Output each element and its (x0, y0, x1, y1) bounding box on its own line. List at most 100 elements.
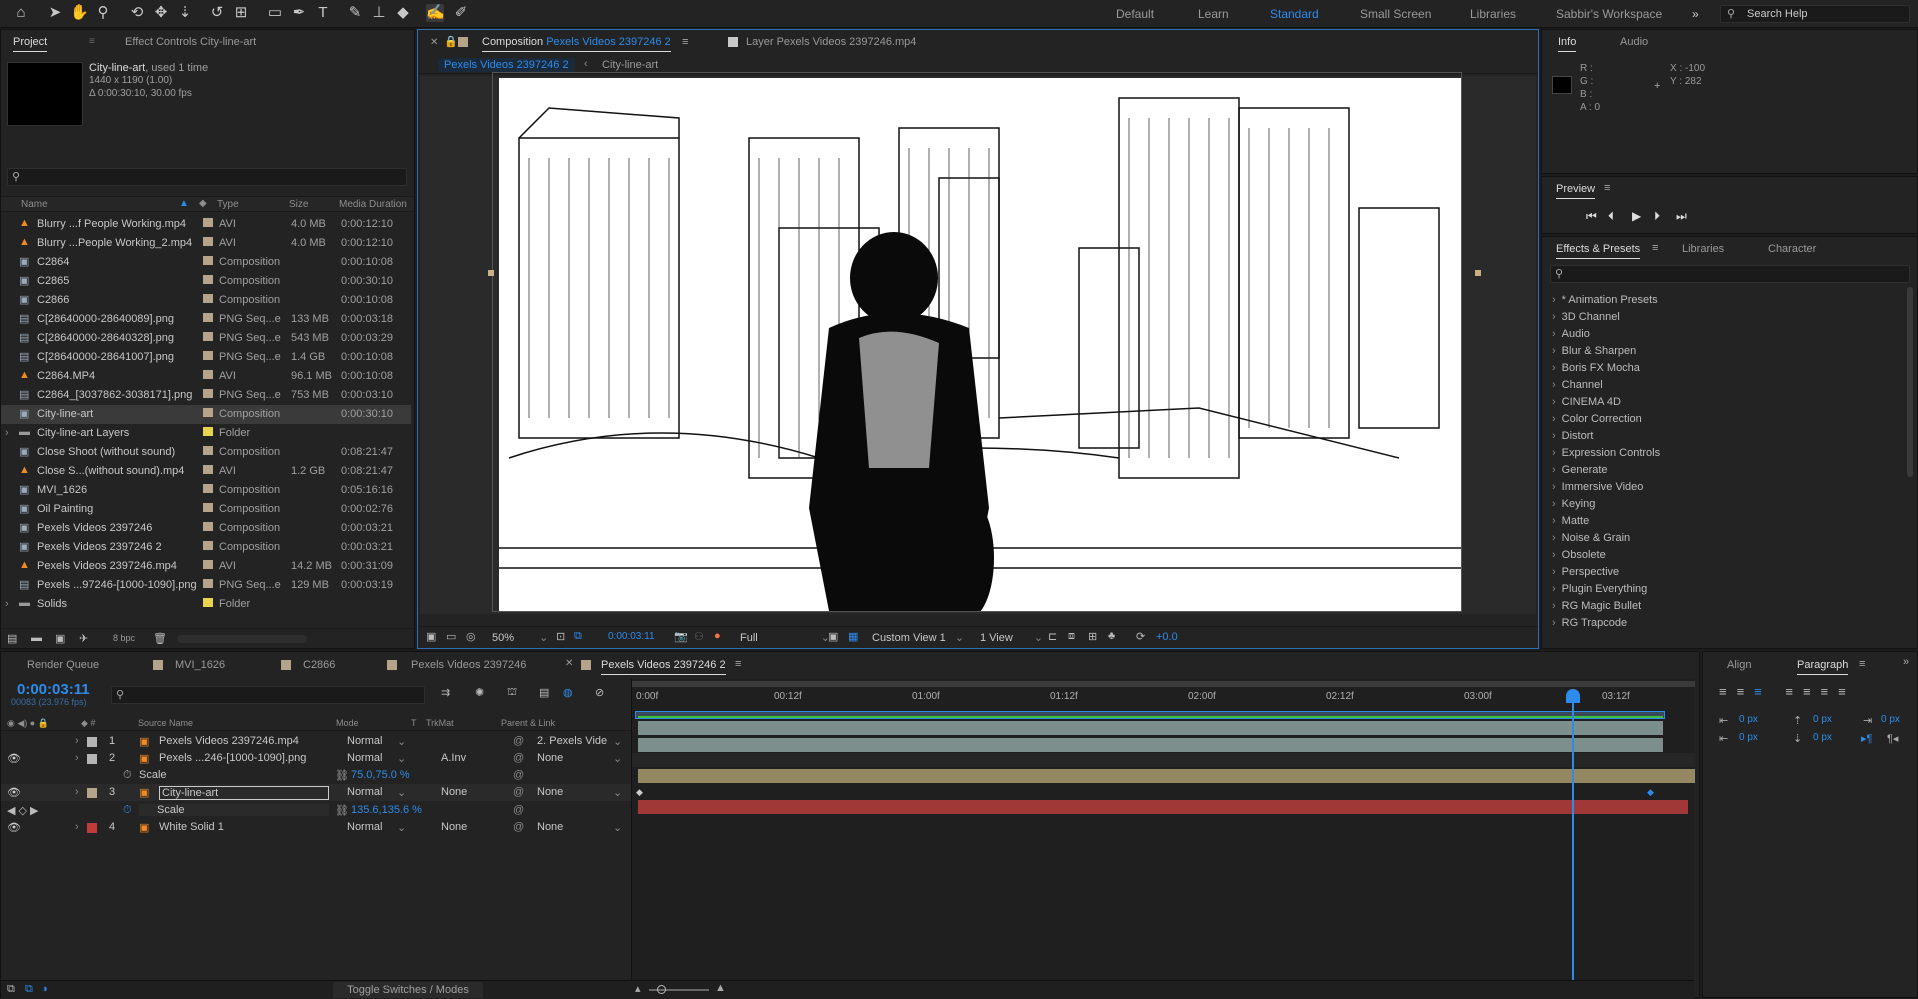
indent-left-value[interactable]: 0 px (1739, 714, 1758, 725)
project-item[interactable]: ▲ Blurry ...f People Working.mp4 AVI 4.0 MB… (1, 215, 411, 234)
layer-bar-2[interactable] (638, 738, 1663, 752)
keyframe-start-icon[interactable]: ◆ (636, 787, 643, 798)
parent-dropdown[interactable]: 2. Pexels Vide (537, 735, 607, 747)
view-dropdown[interactable]: Custom View 1 ⌄ (872, 631, 964, 644)
workspace-small-screen[interactable]: Small Screen (1360, 7, 1431, 21)
type-tool-icon[interactable]: T (314, 4, 332, 22)
timeline-tracks[interactable]: 0:00f 00:12f 01:00f 01:12f 02:00f 02:12f 03:00… (631, 679, 1695, 999)
region-icon[interactable]: ⧉ (574, 630, 582, 643)
workspace-learn[interactable]: Learn (1198, 7, 1229, 21)
effect-category[interactable]: › RG Magic Bullet (1552, 600, 1641, 612)
expand-arrow-icon[interactable]: › (75, 752, 79, 764)
next-frame-icon[interactable]: ⏵ (1654, 209, 1660, 224)
fit-icon[interactable]: ⊡ (556, 630, 565, 643)
zoom-tool-icon[interactable]: ⚲ (94, 4, 112, 22)
effects-scrollbar[interactable] (1907, 287, 1913, 477)
shy-icon[interactable]: ⛫ (507, 686, 517, 700)
expand-arrow-icon[interactable]: › (5, 427, 9, 439)
pickwhip-icon[interactable]: @ (513, 786, 524, 798)
exposure-value[interactable]: +0.0 (1156, 631, 1178, 643)
brush-tool-icon[interactable]: ✎ (346, 4, 364, 22)
label-swatch[interactable] (87, 823, 97, 833)
effect-controls-menu[interactable]: ≡ (89, 36, 95, 47)
panel-menu-icon[interactable]: ≡ (735, 658, 741, 670)
sort-arrow-icon[interactable]: ▲ (179, 198, 189, 209)
timing-icon[interactable]: ◑ (41, 983, 48, 995)
effect-category[interactable]: › Obsolete (1552, 549, 1606, 561)
layer-row[interactable]: › 1 ▣ Pexels Videos 2397246.mp4 Normal ⌄ @2. P… (1, 733, 631, 750)
color-channel-icon[interactable]: ● (714, 630, 721, 642)
first-line-indent-value[interactable]: 0 px (1739, 732, 1758, 743)
project-item[interactable]: ▤ C[28640000-28640089].png PNG Seq...e 133 … (1, 310, 411, 329)
hand-tool-icon[interactable]: ✋ (70, 4, 89, 22)
timeline-search-input[interactable]: ⚲ (111, 686, 425, 704)
toggle-pixel-icon[interactable]: ⊏ (1048, 630, 1057, 643)
project-item[interactable]: ▤ C[28640000-28641007].png PNG Seq...e 1.4 … (1, 348, 411, 367)
space-after-value[interactable]: 0 px (1813, 732, 1832, 743)
project-item[interactable]: ▣ C2865 Composition 0:00:30:10 (1, 272, 411, 291)
label-swatch[interactable] (203, 465, 213, 474)
layer-name[interactable]: Pexels ...246-[1000-1090].png (159, 752, 306, 764)
comp-timecode[interactable]: 0:00:03:11 (608, 631, 655, 642)
snapshot-icon[interactable]: 📷 (674, 630, 688, 643)
roto-brush-icon[interactable]: ✍ (426, 4, 445, 22)
breadcrumb-comp-2[interactable]: City-line-art (602, 59, 658, 71)
rotation-tool-icon[interactable]: ↺ (208, 4, 226, 22)
expand-arrow-icon[interactable]: › (75, 821, 79, 833)
tab-pexels-2397246[interactable]: Pexels Videos 2397246 (411, 659, 526, 671)
effect-category[interactable]: › RG Trapcode (1552, 617, 1627, 629)
align-buttons[interactable]: ≡≡≡ ≡≡≡≡ (1719, 684, 1856, 699)
breadcrumb-comp-1[interactable]: Pexels Videos 2397246 2 (438, 58, 575, 72)
label-swatch[interactable] (203, 275, 213, 284)
tab-effects-presets[interactable]: Effects & Presets (1556, 243, 1641, 259)
label-swatch[interactable] (203, 294, 213, 303)
layer-bar-1[interactable] (638, 721, 1663, 735)
effects-search-input[interactable]: ⚲ (1550, 265, 1910, 283)
thumbnail-size-slider[interactable] (177, 635, 307, 643)
timeline-icon[interactable]: ⊞ (1088, 630, 1097, 643)
project-item[interactable]: ▲ Pexels Videos 2397246.mp4 AVI 14.2 MB 0:00… (1, 557, 411, 576)
layer-row[interactable]: 👁 › 3 ▣ City-line-art Normal ⌄ None @ None ⌄ (1, 784, 631, 801)
label-swatch[interactable] (203, 351, 213, 360)
property-row[interactable]: ⏱ Scale ⛓ 135.6,135.6 % @ ◀ ◇ ▶ (1, 802, 631, 819)
pickwhip-icon[interactable]: @ (513, 752, 524, 764)
property-value[interactable]: 75.0,75.0 % (351, 769, 410, 781)
pan-behind-tool-icon[interactable]: ⇣ (176, 4, 194, 22)
col-t[interactable]: T (411, 718, 417, 728)
anchor-tool-icon[interactable]: ⊞ (232, 4, 250, 22)
comp-viewer[interactable] (420, 72, 1536, 614)
workspace-libraries[interactable]: Libraries (1470, 7, 1516, 21)
property-value[interactable]: 135.6,135.6 % (351, 804, 422, 816)
label-swatch[interactable] (203, 560, 213, 569)
layer-bar-4[interactable] (638, 800, 1688, 814)
playhead[interactable] (1572, 689, 1574, 999)
resolution-dropdown[interactable]: Full ⌄ (740, 631, 830, 644)
label-swatch[interactable] (87, 737, 97, 747)
close-tab-icon[interactable]: ✕ (565, 658, 573, 669)
effect-category[interactable]: › Color Correction (1552, 413, 1642, 425)
label-swatch[interactable] (87, 788, 97, 798)
parent-dropdown[interactable]: None (537, 752, 563, 764)
timeline-timecode[interactable]: 0:00:03:11 (17, 681, 90, 698)
eye-icon[interactable]: 👁 (7, 821, 21, 834)
effect-category[interactable]: › Matte (1552, 515, 1589, 527)
project-item[interactable]: ▣ Pexels Videos 2397246 Composition 0:00:03… (1, 519, 411, 538)
effect-category[interactable]: › Distort (1552, 430, 1593, 442)
col-mode[interactable]: Mode (336, 718, 359, 728)
trkmat-dropdown[interactable]: A.Inv (441, 752, 466, 764)
tab-align[interactable]: Align (1727, 659, 1751, 671)
pickwhip-icon[interactable]: @ (513, 735, 524, 747)
exposure-reset-icon[interactable]: ⟳ (1136, 630, 1145, 643)
fast-previews-icon[interactable]: ⧈ (1068, 630, 1075, 643)
space-before-value[interactable]: 0 px (1813, 714, 1832, 725)
mode-dropdown[interactable]: Normal (347, 752, 382, 764)
ltr-icon[interactable]: ▸¶ (1861, 732, 1872, 745)
label-swatch[interactable] (203, 218, 213, 227)
zoom-slider-thumb[interactable] (657, 985, 666, 994)
pickwhip-icon[interactable]: @ (513, 821, 524, 833)
effect-category[interactable]: › Noise & Grain (1552, 532, 1630, 544)
label-swatch[interactable] (203, 408, 213, 417)
tab-effect-controls[interactable]: Effect Controls City-line-art (125, 36, 256, 48)
trkmat-dropdown[interactable]: None (441, 821, 467, 833)
label-swatch[interactable] (203, 389, 213, 398)
